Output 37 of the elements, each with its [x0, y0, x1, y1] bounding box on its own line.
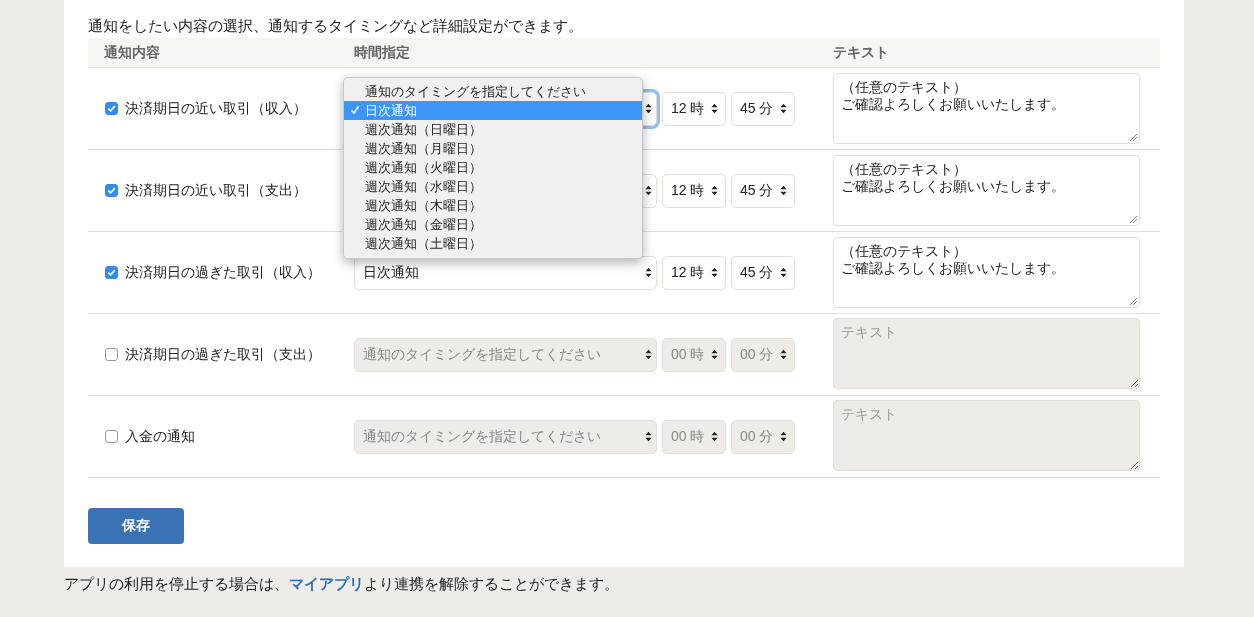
message-textarea[interactable]: （任意のテキスト） ご確認よろしくお願いいたします。 [833, 237, 1140, 308]
notification-label: 決済期日の過ぎた取引（収入） [125, 263, 321, 282]
my-apps-link[interactable]: マイアプリ [289, 575, 364, 592]
message-textarea[interactable]: テキスト [833, 399, 1140, 471]
minute-select[interactable]: 45 分 [731, 173, 795, 208]
column-header: 時間指定 [354, 43, 411, 62]
menu-option[interactable]: 週次通知（金曜日） [344, 214, 642, 234]
menu-option[interactable]: 週次通知（水曜日） [344, 176, 642, 196]
menu-option[interactable]: 週次通知（日曜日） [344, 119, 642, 139]
message-line: ご確認よろしくお願いいたします。 [841, 260, 1065, 277]
save-button[interactable]: 保存 [88, 508, 184, 544]
notification-label: 決済期日の近い取引（支出） [125, 181, 307, 200]
menu-option[interactable]: 週次通知（月曜日） [344, 138, 642, 158]
footer-text: アプリの利用を停止する場合は、マイアプリ より連携を解除することができます。 [63, 574, 620, 594]
hour-select[interactable]: 12 時 [662, 173, 726, 208]
minute-select[interactable]: 45 分 [731, 91, 795, 126]
message-textarea[interactable]: テキスト [833, 317, 1140, 389]
notification-label: 入金の通知 [125, 427, 195, 446]
message-line: ご確認よろしくお願いいたします。 [841, 178, 1065, 195]
menu-option[interactable]: 週次通知（木曜日） [344, 195, 642, 215]
hour-select[interactable]: 12 時 [662, 255, 726, 290]
intro-text: 通知をしたい内容の選択、通知するタイミングなど詳細設定ができます。 [88, 16, 584, 36]
message-line: （任意のテキスト） [841, 243, 967, 260]
menu-option[interactable]: 通知のタイミングを指定してください [344, 81, 642, 101]
notification-label: 決済期日の近い取引（収入） [125, 99, 307, 118]
column-header: テキスト [833, 43, 890, 62]
menu-option[interactable]: 週次通知（火曜日） [344, 157, 642, 177]
column-header: 通知内容 [103, 43, 161, 62]
hour-select[interactable]: 12 時 [662, 91, 726, 126]
message-textarea[interactable]: （任意のテキスト） ご確認よろしくお願いいたします。 [833, 155, 1140, 226]
message-line: （任意のテキスト） [841, 79, 967, 96]
message-textarea[interactable]: （任意のテキスト） ご確認よろしくお願いいたします。 [833, 73, 1140, 144]
message-line: （任意のテキスト） [841, 161, 967, 178]
message-line: ご確認よろしくお願いいたします。 [841, 96, 1065, 113]
menu-option[interactable]: 週次通知（土曜日） [344, 233, 642, 253]
notification-label: 決済期日の過ぎた取引（支出） [125, 345, 321, 364]
minute-select[interactable]: 45 分 [731, 255, 795, 290]
